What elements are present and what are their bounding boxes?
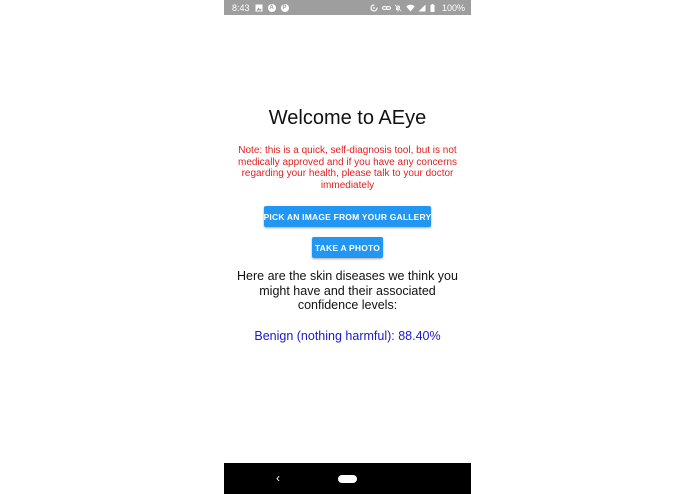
page-title: Welcome to AEye: [268, 107, 427, 129]
link-icon: [382, 4, 391, 12]
p-circle-icon: P: [280, 3, 289, 12]
wifi-icon: [406, 4, 415, 12]
disclaimer-note: Note: this is a quick, self-diagnosis to…: [237, 145, 458, 191]
image-icon: [255, 4, 263, 12]
results-heading: Here are the skin diseases we think you …: [237, 269, 458, 312]
navigation-bar: ‹: [224, 463, 471, 494]
home-pill-button[interactable]: [338, 475, 357, 483]
back-icon[interactable]: ‹: [273, 471, 283, 485]
status-right: 100%: [370, 3, 465, 13]
take-photo-button[interactable]: TAKE A PHOTO: [312, 237, 383, 258]
screen: 8:43 A P 100% Welcome to AEye Note: this…: [0, 0, 695, 494]
battery-percentage: 100%: [441, 2, 465, 13]
status-time: 8:43: [232, 2, 250, 13]
main-content: Welcome to AEye Note: this is a quick, s…: [224, 15, 471, 463]
status-bar: 8:43 A P 100%: [224, 0, 471, 15]
battery-icon: [430, 3, 438, 12]
app-window: 8:43 A P 100% Welcome to AEye Note: this…: [224, 0, 471, 494]
notifications-off-icon: [394, 3, 402, 12]
result-item: Benign (nothing harmful): 88.40%: [254, 329, 441, 343]
pick-image-gallery-button[interactable]: PICK AN IMAGE FROM YOUR GALLERY: [264, 206, 431, 227]
cell-signal-icon: [418, 4, 426, 12]
status-left: 8:43 A P: [232, 3, 289, 13]
data-saver-icon: [370, 3, 378, 12]
a-circle-icon: A: [267, 3, 276, 12]
